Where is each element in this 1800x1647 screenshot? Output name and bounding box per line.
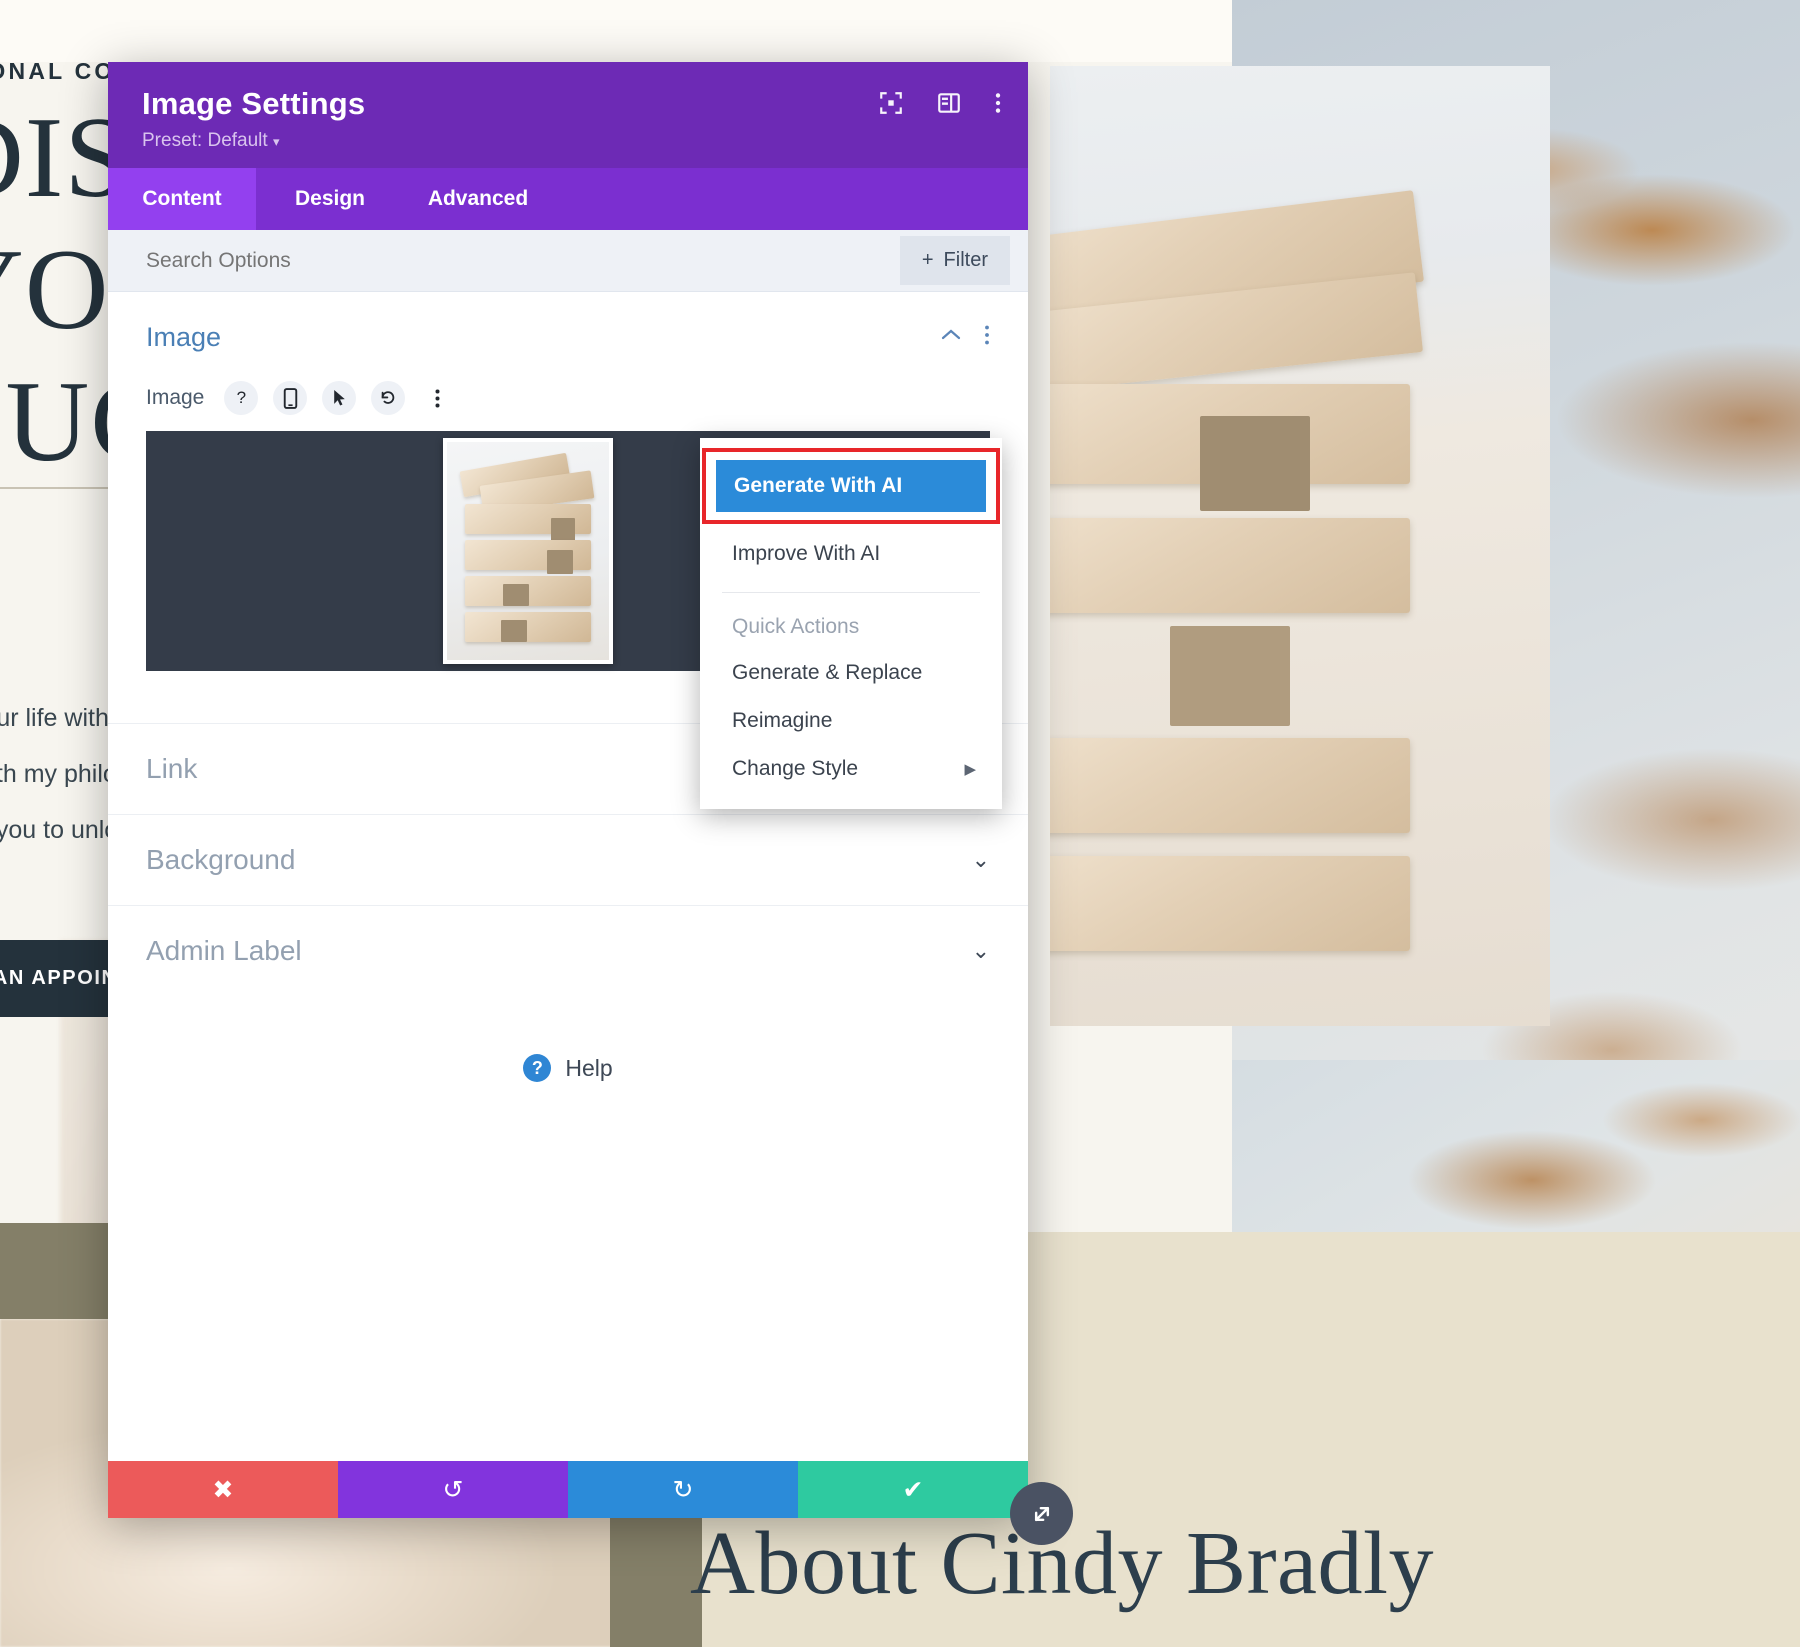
redo-button[interactable]: ↻ (568, 1461, 798, 1518)
image-thumbnail[interactable] (443, 438, 613, 664)
filter-button[interactable]: + Filter (899, 236, 1010, 285)
chevron-down-icon: ⌄ (971, 847, 990, 872)
preset-label: Preset: Default (142, 130, 268, 151)
help-icon[interactable]: ? (224, 381, 259, 415)
vertical-dots-icon[interactable] (420, 381, 454, 415)
help-link[interactable]: ? Help (108, 1054, 1028, 1082)
image-field-label-row: Image ? (146, 381, 990, 415)
highlight-annotation: Generate With AI (702, 448, 1000, 524)
change-style-item[interactable]: Change Style ▶ (700, 745, 1002, 793)
tab-content[interactable]: Content (108, 168, 256, 230)
chevron-down-icon: ▾ (272, 134, 280, 149)
modal-title: Image Settings (142, 86, 366, 121)
undo-button[interactable]: ↺ (338, 1461, 568, 1518)
menu-divider (722, 592, 980, 593)
accordion-background-title: Background (146, 844, 296, 875)
image-field-label: Image (146, 386, 205, 409)
hover-cursor-icon[interactable] (322, 381, 357, 415)
vertical-dots-icon[interactable] (994, 90, 1002, 116)
modal-footer: ✖ ↺ ↻ ✔ (108, 1461, 1028, 1518)
modal-tabs: Content Design Advanced (108, 168, 1028, 230)
change-style-label: Change Style (732, 757, 859, 780)
resize-diagonal-icon[interactable] (1010, 1482, 1073, 1545)
accordion-admin-label-title: Admin Label (146, 935, 302, 966)
image-section-controls (940, 324, 990, 351)
filter-label: Filter (943, 249, 988, 271)
chevron-right-icon: ▶ (964, 761, 976, 778)
chevron-down-icon: ⌄ (971, 938, 990, 963)
accordion-background[interactable]: Background ⌄ (108, 814, 1028, 905)
accordion-link-title: Link (146, 753, 198, 784)
vertical-dots-icon[interactable] (984, 324, 990, 351)
pampas-grass-photo-lower (1232, 1060, 1800, 1232)
search-input[interactable] (146, 248, 665, 273)
accordion-admin-label[interactable]: Admin Label ⌄ (108, 905, 1028, 996)
reset-icon[interactable] (371, 381, 406, 415)
tab-advanced[interactable]: Advanced (404, 168, 552, 230)
modal-header: Image Settings Preset: Default ▾ (108, 62, 1028, 168)
generate-with-ai-item[interactable]: Generate With AI (716, 460, 986, 512)
save-button[interactable]: ✔ (798, 1461, 1028, 1518)
reimagine-item[interactable]: Reimagine (700, 697, 1002, 745)
ai-actions-dropdown: Generate With AI Improve With AI Quick A… (700, 438, 1002, 809)
search-options-bar: + Filter (108, 230, 1028, 292)
image-section-title: Image (146, 322, 222, 352)
improve-with-ai-item[interactable]: Improve With AI (700, 530, 1002, 578)
quick-actions-label: Quick Actions (732, 615, 860, 638)
tab-design[interactable]: Design (256, 168, 404, 230)
plus-icon: + (921, 249, 934, 271)
generate-and-replace-item[interactable]: Generate & Replace (700, 649, 1002, 697)
olive-accent-block-1 (0, 1223, 123, 1319)
help-icon: ? (523, 1054, 552, 1082)
responsive-device-icon[interactable] (273, 381, 308, 415)
cancel-button[interactable]: ✖ (108, 1461, 338, 1518)
focus-target-icon[interactable] (878, 90, 904, 116)
hero-block-tower-photo (1050, 66, 1550, 1026)
modal-header-actions (878, 90, 1002, 116)
image-section-header: Image (146, 322, 990, 367)
layout-panel-icon[interactable] (936, 90, 962, 116)
help-label: Help (565, 1054, 613, 1081)
hero-top-strip (0, 0, 1232, 62)
block-tower-thumbnail-graphic (447, 442, 609, 660)
preset-selector[interactable]: Preset: Default ▾ (142, 130, 996, 152)
chevron-up-icon[interactable] (940, 328, 962, 347)
